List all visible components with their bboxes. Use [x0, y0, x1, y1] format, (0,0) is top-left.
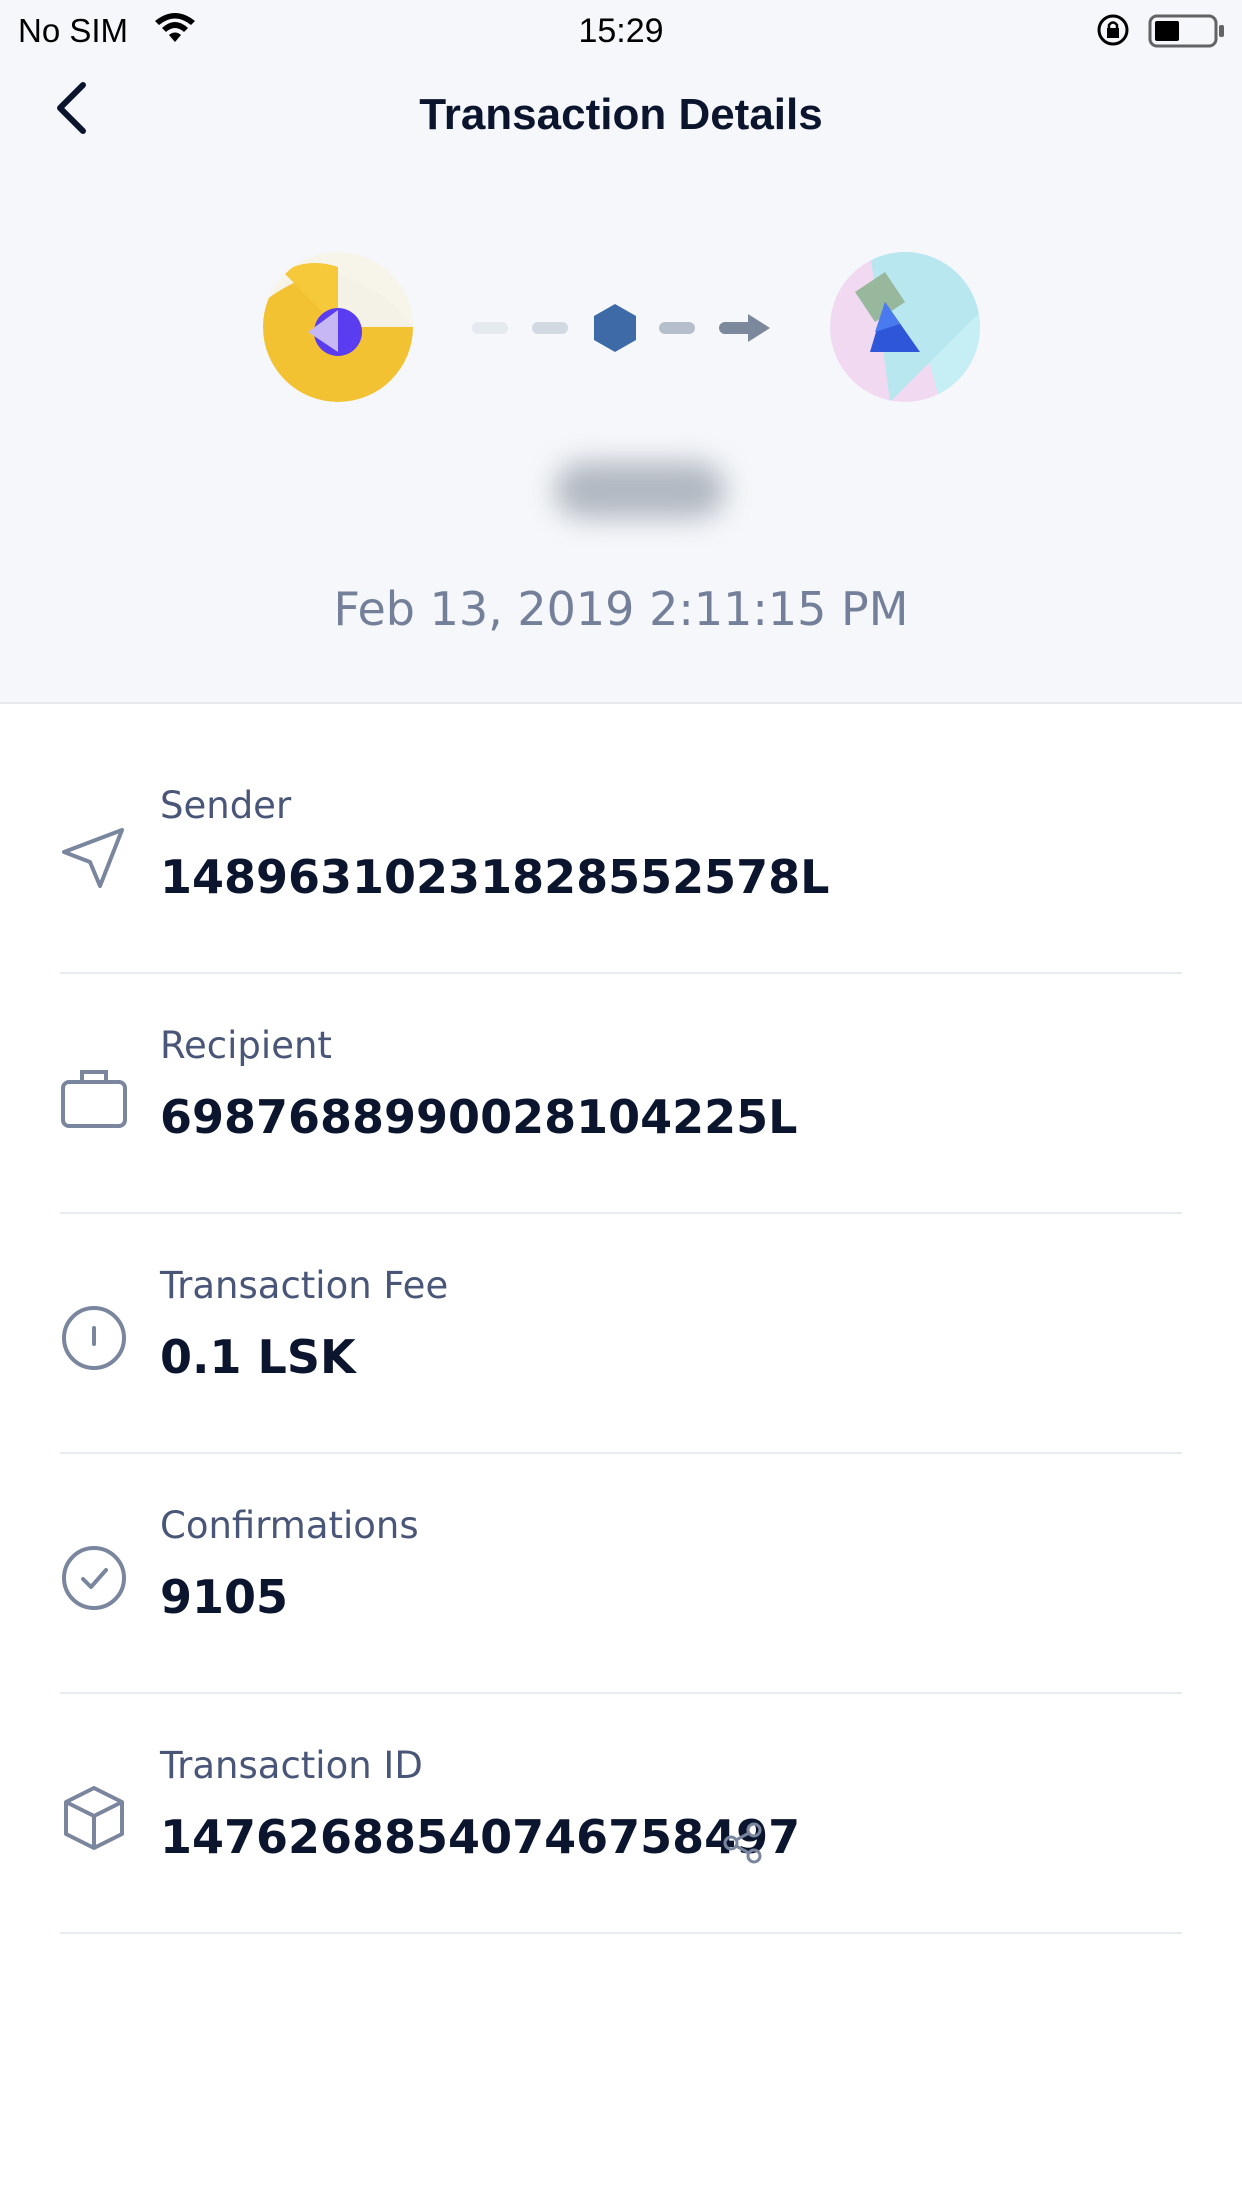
briefcase-icon	[61, 1070, 127, 1128]
sender-label: Sender	[160, 784, 292, 827]
info-circle-icon	[62, 1306, 126, 1370]
transaction-id-label: Transaction ID	[160, 1744, 423, 1787]
transaction-id-value[interactable]: 14762688540746758497	[160, 1810, 800, 1864]
sender-row[interactable]: Sender 14896310231828552578L	[60, 732, 1182, 974]
cube-icon	[64, 1786, 124, 1850]
transaction-id-row[interactable]: Transaction ID 14762688540746758497	[60, 1692, 1182, 1934]
blurred-amount	[555, 462, 725, 518]
fee-label: Transaction Fee	[160, 1264, 449, 1307]
clock: 15:29	[578, 12, 664, 50]
recipient-row[interactable]: Recipient 6987688990028104225L	[60, 972, 1182, 1214]
page-title: Transaction Details	[419, 90, 823, 139]
transaction-date: Feb 13, 2019 2:11:15 PM	[333, 582, 909, 636]
share-icon[interactable]	[722, 1822, 764, 1864]
battery-icon	[1148, 14, 1226, 56]
rotation-lock-icon	[1096, 13, 1130, 55]
transfer-path	[472, 304, 770, 352]
status-bar: No SIM 15:29	[0, 0, 1242, 62]
recipient-label: Recipient	[160, 1024, 332, 1067]
sender-address[interactable]: 14896310231828552578L	[160, 850, 829, 904]
fee-value: 0.1 LSK	[160, 1330, 356, 1384]
sender-avatar[interactable]	[263, 252, 413, 402]
check-circle-icon	[62, 1546, 126, 1610]
hexagon-icon	[594, 304, 636, 352]
confirmations-value: 9105	[160, 1570, 289, 1624]
confirmations-row: Confirmations 9105	[60, 1452, 1182, 1694]
confirmations-label: Confirmations	[160, 1504, 419, 1547]
send-icon	[62, 828, 124, 888]
recipient-address[interactable]: 6987688990028104225L	[160, 1090, 797, 1144]
fee-row: Transaction Fee 0.1 LSK	[60, 1212, 1182, 1454]
recipient-avatar[interactable]	[830, 252, 980, 402]
